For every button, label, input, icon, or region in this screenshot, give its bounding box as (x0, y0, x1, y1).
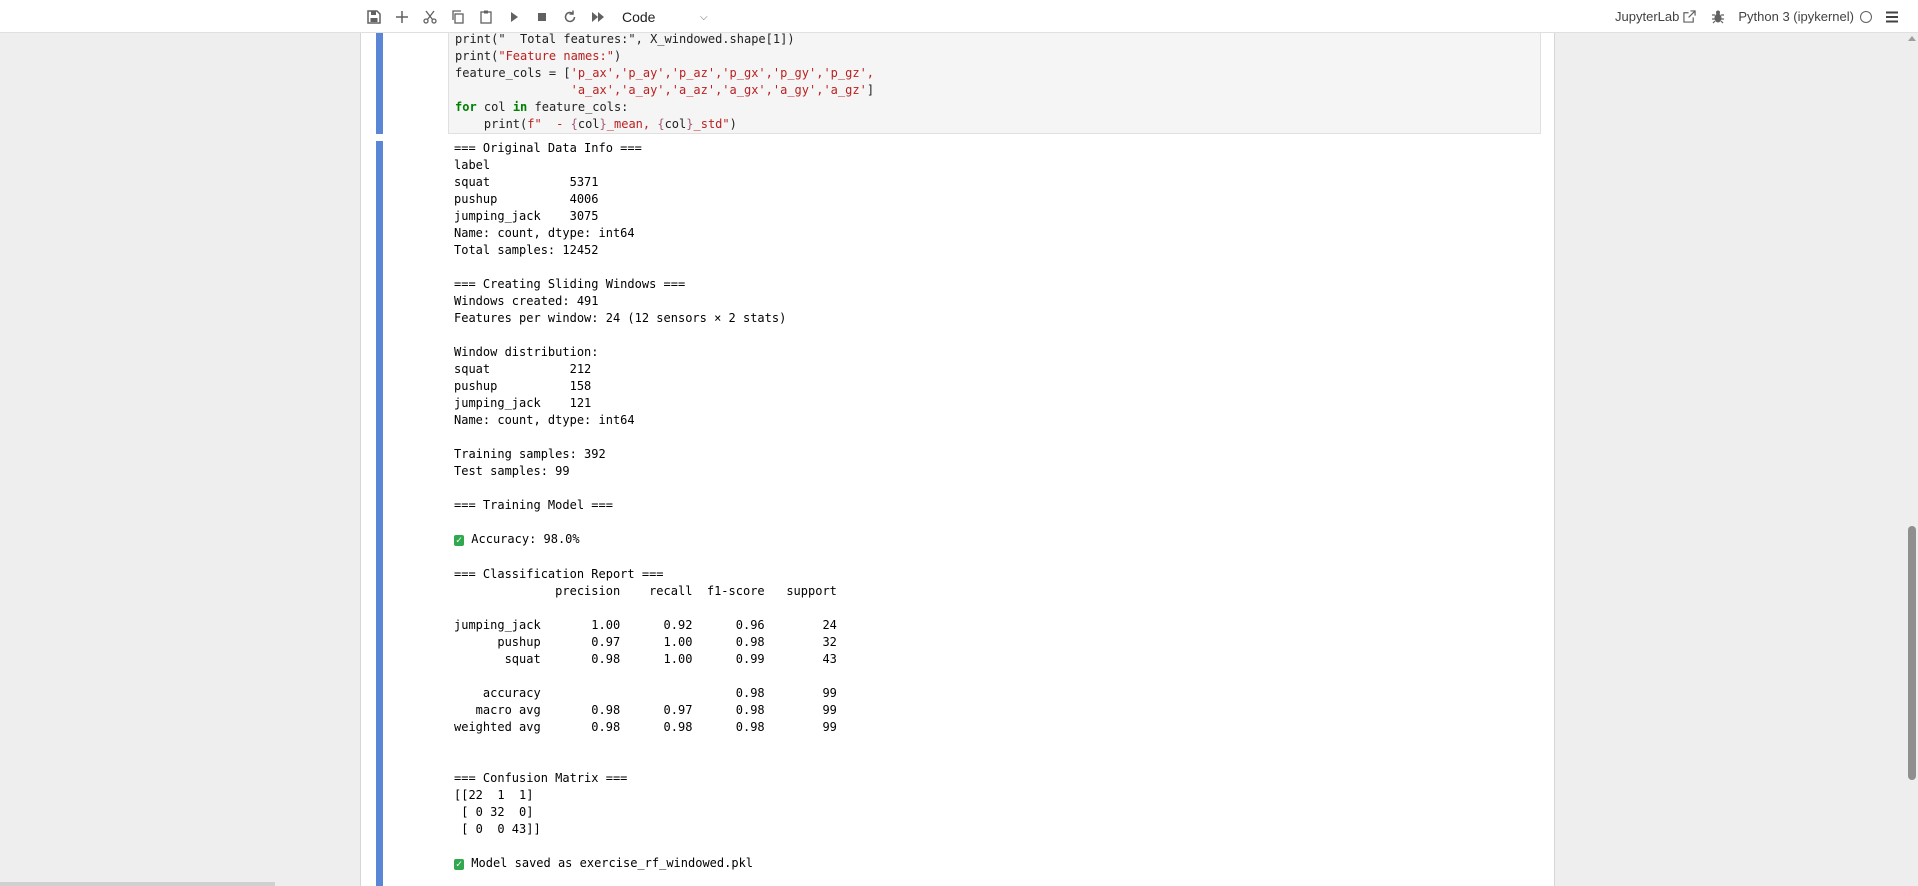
check-icon: ✓ (454, 535, 465, 546)
save-button[interactable] (360, 3, 388, 31)
code-string: _std" (693, 117, 730, 131)
jupyterlab-label: JupyterLab (1615, 9, 1680, 24)
model-saved-line: Model saved as exercise_rf_windowed.pkl (471, 856, 754, 870)
copy-button[interactable] (444, 3, 472, 31)
code-string: "Feature names:" (498, 49, 614, 63)
paste-button[interactable] (472, 3, 500, 31)
code-token: ) (613, 49, 622, 63)
code-line: print(" Total features:", X_windowed.sha… (455, 33, 795, 46)
paste-icon (480, 10, 492, 24)
add-cell-button[interactable] (388, 3, 416, 31)
cut-icon (423, 10, 437, 24)
code-keyword: in (512, 100, 528, 114)
code-content: print(" Total features:", X_windowed.sha… (455, 33, 874, 133)
code-brace: } (599, 117, 607, 131)
restart-icon (564, 10, 576, 22)
toolbar-actions: Code ⌵ (360, 0, 708, 33)
code-brace: { (657, 117, 665, 131)
status-strip (0, 882, 275, 886)
accuracy-line: Accuracy: 98.0% (471, 532, 580, 546)
add-cell-icon (396, 10, 408, 23)
output-block-data-info: === Original Data Info === label squat 5… (454, 141, 787, 512)
kernel-status-icon (1860, 10, 1872, 23)
code-token: col (476, 100, 513, 114)
code-token: feature_cols: (527, 100, 629, 114)
code-cell-editor[interactable]: print(" Total features:", X_windowed.sha… (448, 33, 1541, 134)
stop-icon (538, 12, 546, 21)
stop-button[interactable] (528, 3, 556, 31)
toolbar-right: JupyterLab Python 3 (ipykernel) (1615, 0, 1918, 33)
run-all-icon (592, 11, 604, 22)
output-block-report: === Classification Report === precision … (454, 567, 837, 836)
menu-button[interactable] (1882, 7, 1902, 27)
hamburger-menu-icon (1886, 11, 1898, 22)
cut-button[interactable] (416, 3, 444, 31)
run-all-button[interactable] (584, 3, 612, 31)
scrollbar-thumb[interactable] (1908, 526, 1916, 780)
output-collapser[interactable] (376, 141, 383, 886)
cell-output: === Original Data Info === label squat 5… (454, 140, 837, 873)
bug-icon (1712, 10, 1725, 23)
cell-type-select[interactable]: Code ⌵ (622, 9, 708, 25)
run-button[interactable] (500, 3, 528, 31)
debugger-button[interactable] (1708, 7, 1728, 27)
code-token: feature_cols = [ (455, 66, 571, 80)
code-token: print( (455, 117, 528, 131)
cell-type-label: Code (622, 8, 656, 25)
input-collapser[interactable] (376, 33, 383, 134)
code-token: ] (866, 83, 875, 97)
check-icon: ✓ (454, 859, 465, 870)
vertical-scrollbar[interactable] (1906, 33, 1918, 886)
save-icon (367, 9, 381, 24)
run-icon (511, 11, 518, 22)
code-keyword: for (455, 100, 477, 114)
restart-button[interactable] (556, 3, 584, 31)
external-link-icon (1683, 10, 1697, 23)
code-string: 'a_ax','a_ay','a_az','a_gx','a_gy','a_gz… (570, 83, 867, 97)
kernel-name[interactable]: Python 3 (ipykernel) (1738, 9, 1854, 24)
chevron-down-icon: ⌵ (700, 12, 708, 23)
jupyterlab-link[interactable]: JupyterLab (1615, 9, 1697, 24)
code-string: _mean, (606, 117, 658, 131)
code-string: f" - (527, 117, 571, 131)
code-token: print( (455, 49, 499, 63)
code-token: ) (729, 117, 737, 131)
copy-icon (452, 9, 464, 24)
code-token: col (664, 117, 687, 131)
notebook-panel: print(" Total features:", X_windowed.sha… (360, 33, 1555, 886)
code-token: col (577, 117, 600, 131)
code-brace: } (686, 117, 694, 131)
code-string: 'p_ax','p_ay','p_az','p_gx','p_gy','p_gz… (570, 66, 875, 80)
code-brace: { (570, 117, 578, 131)
notebook-toolbar: Code ⌵ JupyterLab Python 3 (ipykernel) (0, 0, 1918, 33)
